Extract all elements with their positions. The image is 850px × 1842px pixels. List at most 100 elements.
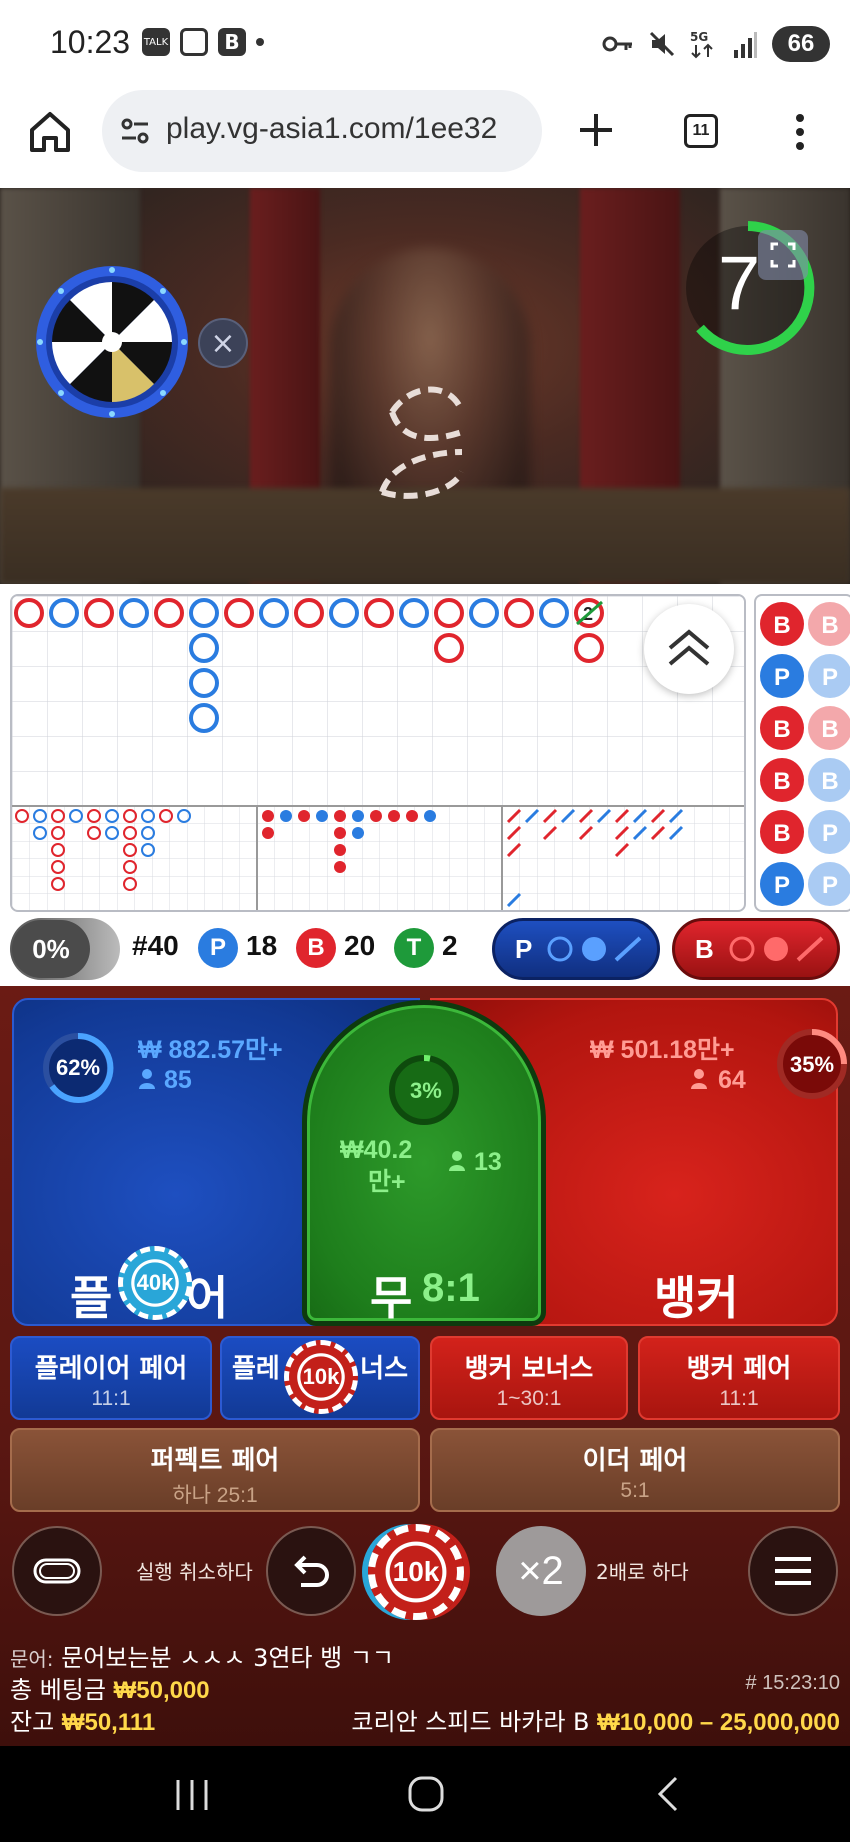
more-options-icon[interactable] (790, 112, 810, 152)
perfect-pair-odds: 하나 25:1 (172, 1484, 258, 1507)
player-bonus-label-left: 플레 (232, 1354, 280, 1384)
banker-users-icon (691, 1069, 707, 1089)
lucky-wheel-icon[interactable] (34, 264, 190, 420)
side-road-label: P (822, 872, 838, 899)
player-predict-button[interactable]: P (492, 918, 660, 980)
countdown-number: 7 (718, 241, 761, 326)
collapse-roadmap-button[interactable] (644, 604, 734, 694)
chip-stack-button[interactable] (12, 1526, 102, 1616)
android-nav-bar (0, 1746, 850, 1842)
tie-percent: 3% (410, 1078, 442, 1103)
side-road-label: B (773, 820, 790, 847)
total-bet-value: ₩50,000 (113, 1677, 210, 1704)
b-app-icon: B (218, 28, 246, 56)
status-left-icons: TALK B (142, 28, 264, 56)
signal-icon (734, 32, 757, 58)
talk-icon: TALK (142, 28, 170, 56)
game-id: # 15:23:10 (745, 1672, 840, 1694)
player-users-icon (139, 1069, 155, 1089)
tie-amount-line2: 만+ (368, 1168, 406, 1196)
player-count-badge: P (198, 928, 238, 968)
player-chip[interactable]: 40k (118, 1246, 192, 1320)
tab-switcher-button[interactable]: 11 (684, 114, 718, 148)
banker-predict-icons (729, 936, 824, 962)
tie-odds: 8:1 (422, 1266, 480, 1310)
home-icon[interactable] (26, 108, 74, 156)
status-time: 10:23 (50, 24, 131, 60)
new-tab-icon[interactable] (576, 110, 616, 150)
bet-limits: ₩10,000 – 25,000,000 (597, 1709, 840, 1736)
address-bar[interactable]: play.vg-asia1.com/1ee32 (102, 90, 542, 172)
side-road-label: P (774, 664, 790, 691)
balance-line: 잔고 ₩50,111 (10, 1702, 155, 1737)
side-road-grid: B B P P B B B B B P P P (760, 602, 850, 906)
percent-toggle[interactable]: 0% (10, 918, 120, 980)
expand-icon (770, 242, 796, 268)
chat-line: 문어: 문어보는분 ㅅㅅㅅ 3연타 뱅 ㄱㄱ (10, 1638, 394, 1673)
total-bet-label: 총 베팅금 (10, 1676, 106, 1704)
balance-value: ₩50,111 (61, 1709, 156, 1736)
perfect-pair-label: 퍼펙트 페어 (150, 1446, 280, 1476)
tie-users-icon (449, 1151, 465, 1171)
banker-pair-odds: 11:1 (719, 1387, 759, 1410)
player-bonus-chip[interactable]: 10k (284, 1340, 358, 1414)
banker-count-badge: B (296, 928, 336, 968)
round-number: #40 (132, 930, 179, 961)
5g-icon: 5G (690, 30, 713, 59)
double-button[interactable]: ×2 (496, 1526, 586, 1616)
svg-text:5G: 5G (690, 30, 708, 44)
either-pair-label: 이더 페어 (582, 1446, 688, 1476)
selected-chip[interactable]: 10k (368, 1524, 464, 1620)
recent-apps-icon[interactable] (172, 1778, 212, 1812)
fullscreen-button[interactable] (758, 230, 808, 280)
player-pair-odds: 11:1 (91, 1387, 131, 1410)
perfect-pair-bet[interactable]: 퍼펙트 페어 하나 25:1 (10, 1428, 420, 1512)
road-grid: 2 (12, 596, 744, 910)
url-text[interactable]: play.vg-asia1.com/1ee32 (166, 112, 497, 146)
player-pair-bet[interactable]: 플레이어 페어 11:1 (10, 1336, 212, 1420)
loading-spinner-icon (379, 386, 465, 499)
player-predict-icons (547, 936, 642, 962)
side-road-label: B (773, 612, 790, 639)
player-total-amount: ₩ 882.57만+ (138, 1036, 283, 1064)
tie-count: 2 (442, 930, 458, 961)
banker-predict-button[interactable]: B (672, 918, 840, 980)
close-wheel-button[interactable]: × (198, 318, 248, 368)
banker-pair-bet[interactable]: 뱅커 페어 11:1 (638, 1336, 840, 1420)
browser-toolbar: play.vg-asia1.com/1ee32 11 (0, 88, 850, 188)
back-icon[interactable] (652, 1774, 682, 1814)
banker-user-count: 64 (718, 1066, 746, 1094)
undo-button[interactable] (266, 1526, 356, 1616)
banker-bonus-bet[interactable]: 뱅커 보너스 1~30:1 (430, 1336, 628, 1420)
tie-amount-line1: ₩40.2 (340, 1136, 413, 1164)
tie-user-count: 13 (474, 1148, 502, 1176)
side-road-label: P (822, 820, 838, 847)
menu-button[interactable] (748, 1526, 838, 1616)
undo-icon (294, 1555, 329, 1587)
percent-toggle-label: 0% (12, 920, 90, 978)
player-percent: 62% (56, 1055, 101, 1080)
status-right-icons: 5G 66 (602, 26, 830, 62)
player-user-count: 85 (164, 1066, 192, 1094)
side-road-label: B (773, 716, 790, 743)
side-road-label: B (773, 768, 790, 795)
banker-predict-label: B (695, 933, 714, 964)
double-label: 2배로 하다 (596, 1560, 689, 1584)
big-eye-road[interactable]: B B P P B B B B B P P P (754, 594, 850, 912)
table-name: 코리안 스피드 바카라 B (351, 1708, 590, 1736)
either-pair-bet[interactable]: 이더 페어 5:1 (430, 1428, 840, 1512)
undo-label: 실행 취소하다 (136, 1560, 253, 1584)
hamburger-icon (775, 1557, 811, 1585)
player-label-right: 어 (186, 1271, 229, 1325)
banker-bonus-label: 뱅커 보너스 (464, 1354, 594, 1384)
total-bet-line: 총 베팅금 ₩50,000 (10, 1670, 210, 1705)
site-settings-icon[interactable] (118, 114, 152, 148)
bead-road[interactable]: 2 (10, 594, 746, 912)
home-nav-icon[interactable] (406, 1774, 446, 1814)
mute-icon (649, 31, 675, 57)
chevron-up-double-icon (668, 629, 710, 666)
banker-percent: 35% (790, 1052, 835, 1077)
table-info-line: 코리안 스피드 바카라 B ₩10,000 – 25,000,000 (351, 1702, 840, 1737)
tie-label: 무 (370, 1271, 413, 1325)
notification-dot-icon (256, 38, 264, 46)
